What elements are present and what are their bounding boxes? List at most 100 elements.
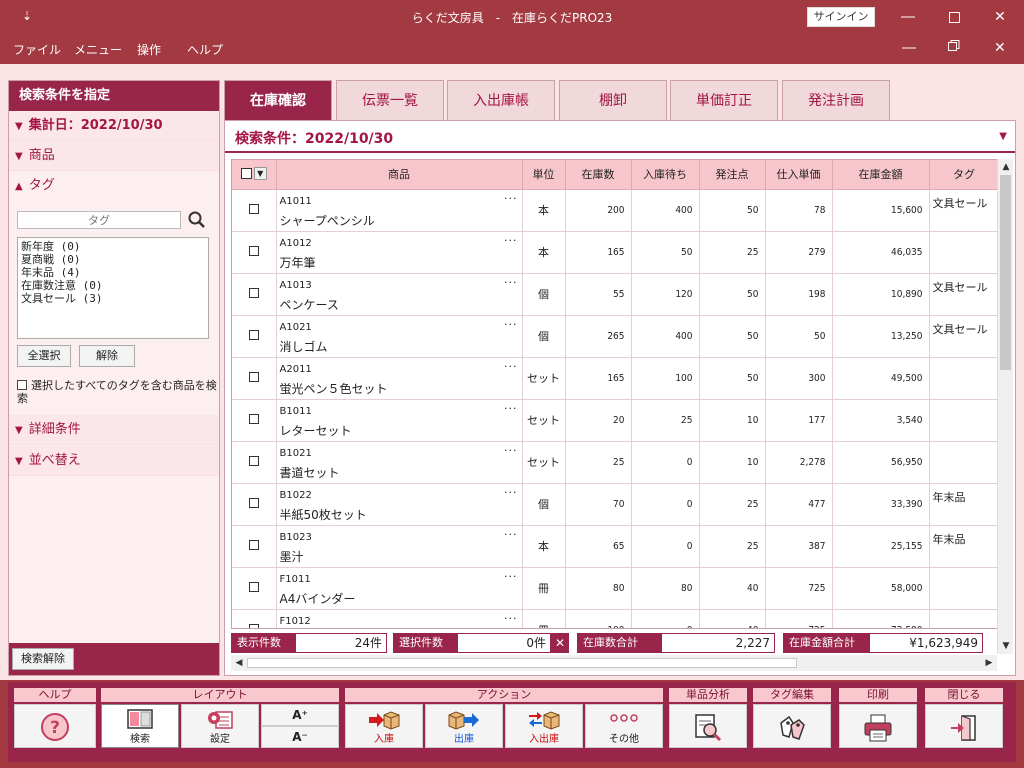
checkbox-icon[interactable]: [248, 287, 259, 298]
row-checkbox-cell[interactable]: [232, 399, 277, 442]
product-cell[interactable]: A1011 シャープペンシル ···: [276, 189, 523, 232]
tab-voucher-list[interactable]: 伝票一覧: [336, 80, 444, 120]
product-cell[interactable]: F1011 A4バインダー ···: [276, 567, 523, 610]
product-cell[interactable]: A1013 ペンケース ···: [276, 273, 523, 316]
section-detail[interactable]: ▼ 詳細条件: [9, 415, 219, 445]
tag-edit-button[interactable]: [753, 704, 831, 748]
more-icon[interactable]: ···: [504, 192, 518, 205]
tab-order-plan[interactable]: 発注計画: [782, 80, 890, 120]
row-checkbox-cell[interactable]: [232, 315, 277, 358]
tab-price-correction[interactable]: 単価訂正: [670, 80, 778, 120]
section-tag[interactable]: ▲ タグ: [9, 171, 219, 201]
tag-item-summer[interactable]: 夏商戦 (0): [21, 253, 205, 266]
font-decrease-button[interactable]: A⁻: [261, 726, 339, 748]
checkbox-icon[interactable]: [248, 623, 259, 628]
print-button[interactable]: [839, 704, 917, 748]
table-row[interactable]: F1012B5バインダー···冊10004072572,500: [232, 609, 1000, 628]
mdi-close-icon[interactable]: ✕: [994, 40, 1006, 56]
scroll-up-icon[interactable]: ▲: [998, 159, 1014, 175]
col-unit-cost[interactable]: 仕入単価: [765, 160, 833, 190]
more-icon[interactable]: ···: [504, 486, 518, 499]
match-all-tags-checkbox[interactable]: 選択したすべてのタグを含む商品を検索: [17, 379, 217, 405]
layout-settings-button[interactable]: 設定: [181, 704, 259, 748]
tab-stock-check[interactable]: 在庫確認: [224, 80, 332, 120]
other-button[interactable]: その他: [585, 704, 663, 748]
section-product[interactable]: ▼ 商品: [9, 141, 219, 171]
receive-button[interactable]: 入庫: [345, 704, 423, 748]
menu-file[interactable]: ファイル: [13, 41, 61, 58]
row-checkbox-cell[interactable]: [232, 525, 277, 568]
section-sort[interactable]: ▼ 並べ替え: [9, 446, 219, 476]
col-product[interactable]: 商品: [276, 160, 523, 190]
table-row[interactable]: A1012 万年筆 ··· 本 165 50 25 279 46,035: [232, 231, 1000, 274]
more-icon[interactable]: ···: [504, 360, 518, 373]
col-stock[interactable]: 在庫数: [565, 160, 632, 190]
clear-search-button[interactable]: 検索解除: [12, 648, 74, 670]
tag-item-stationery-sale[interactable]: 文具セール (3): [21, 292, 205, 305]
tag-item-stock-warning[interactable]: 在庫数注意 (0): [21, 279, 205, 292]
mdi-restore-icon[interactable]: [948, 40, 960, 56]
row-checkbox-cell[interactable]: [232, 357, 277, 400]
scroll-right-icon[interactable]: ▶: [981, 655, 997, 671]
clear-selection-icon[interactable]: ✕: [551, 633, 569, 653]
layout-search-button[interactable]: 検索: [101, 704, 179, 748]
table-row[interactable]: B1022 半紙50枚セット ··· 個 70 0 25 477 33,390 年末品: [232, 483, 1000, 526]
inout-button[interactable]: 入出庫: [505, 704, 583, 748]
scroll-down-icon[interactable]: ▼: [998, 638, 1014, 654]
condition-dropdown-icon[interactable]: ▼: [999, 131, 1007, 142]
menu-operation[interactable]: 操作: [137, 41, 161, 58]
table-row[interactable]: A1011 シャープペンシル ··· 本 200 400 50 78 15,600 文具セール: [232, 189, 1000, 232]
more-icon[interactable]: ···: [504, 444, 518, 457]
minimize-icon[interactable]: ―: [885, 0, 931, 34]
header-select-all[interactable]: ▼: [232, 160, 277, 190]
table-row[interactable]: F1011 A4バインダー ··· 冊 80 80 40 725 58,000: [232, 567, 1000, 610]
tag-item-year-end[interactable]: 年末品 (4): [21, 266, 205, 279]
help-button[interactable]: ?: [14, 704, 96, 748]
ship-button[interactable]: 出庫: [425, 704, 503, 748]
vertical-scrollbar[interactable]: ▲ ▼: [997, 159, 1013, 654]
product-cell[interactable]: A2011 蛍光ペン５色セット ···: [276, 357, 523, 400]
close-app-button[interactable]: [925, 704, 1003, 748]
menu-help[interactable]: ヘルプ: [187, 41, 223, 58]
checkbox-icon[interactable]: [248, 371, 259, 382]
maximize-icon[interactable]: [931, 0, 977, 34]
table-row[interactable]: A1021 消しゴム ··· 個 265 400 50 50 13,250 文具セール: [232, 315, 1000, 358]
select-all-button[interactable]: 全選択: [17, 345, 71, 367]
item-analysis-button[interactable]: [669, 704, 747, 748]
more-icon[interactable]: ···: [504, 276, 518, 289]
tab-inout-ledger[interactable]: 入出庫帳: [447, 80, 555, 120]
checkbox-icon[interactable]: [248, 497, 259, 508]
font-increase-button[interactable]: A⁺: [261, 704, 339, 726]
more-icon[interactable]: ···: [504, 234, 518, 247]
checkbox-icon[interactable]: [17, 380, 27, 390]
section-date[interactable]: ▼ 集計日：2022/10/30: [9, 111, 219, 141]
checkbox-icon[interactable]: [248, 329, 259, 340]
tag-item-new-year[interactable]: 新年度 (0): [21, 240, 205, 253]
horizontal-scrollbar[interactable]: ◀ ▶: [231, 655, 997, 671]
table-row[interactable]: A1013 ペンケース ··· 個 55 120 50 198 10,890 文具セール: [232, 273, 1000, 316]
tab-stocktake[interactable]: 棚卸: [559, 80, 667, 120]
col-unit[interactable]: 単位: [522, 160, 566, 190]
row-checkbox-cell[interactable]: [232, 441, 277, 484]
deselect-button[interactable]: 解除: [79, 345, 135, 367]
table-row[interactable]: B1021 書道セット ··· セット 25 0 10 2,278 56,950: [232, 441, 1000, 484]
col-tag[interactable]: タグ: [929, 160, 1000, 190]
vertical-scroll-thumb[interactable]: [1000, 175, 1011, 370]
checkbox-icon[interactable]: [240, 167, 252, 179]
scroll-left-icon[interactable]: ◀: [231, 655, 247, 671]
table-row[interactable]: A2011 蛍光ペン５色セット ··· セット 165 100 50 300 49,500: [232, 357, 1000, 400]
row-checkbox-cell[interactable]: [232, 609, 277, 628]
col-incoming[interactable]: 入庫待ち: [631, 160, 700, 190]
search-icon[interactable]: [187, 210, 207, 230]
row-checkbox-cell[interactable]: [232, 483, 277, 526]
product-cell[interactable]: B1023 墨汁 ···: [276, 525, 523, 568]
tag-list[interactable]: 新年度 (0) 夏商戦 (0) 年末品 (4) 在庫数注意 (0) 文具セール …: [17, 237, 209, 339]
more-icon[interactable]: ···: [504, 402, 518, 415]
product-cell[interactable]: B1011 レターセット ···: [276, 399, 523, 442]
signin-button[interactable]: サインイン: [807, 7, 875, 27]
menu-menu[interactable]: メニュー: [74, 41, 122, 58]
checkbox-icon[interactable]: [248, 245, 259, 256]
col-reorder-point[interactable]: 発注点: [699, 160, 766, 190]
row-checkbox-cell[interactable]: [232, 273, 277, 316]
product-cell[interactable]: A1021 消しゴム ···: [276, 315, 523, 358]
